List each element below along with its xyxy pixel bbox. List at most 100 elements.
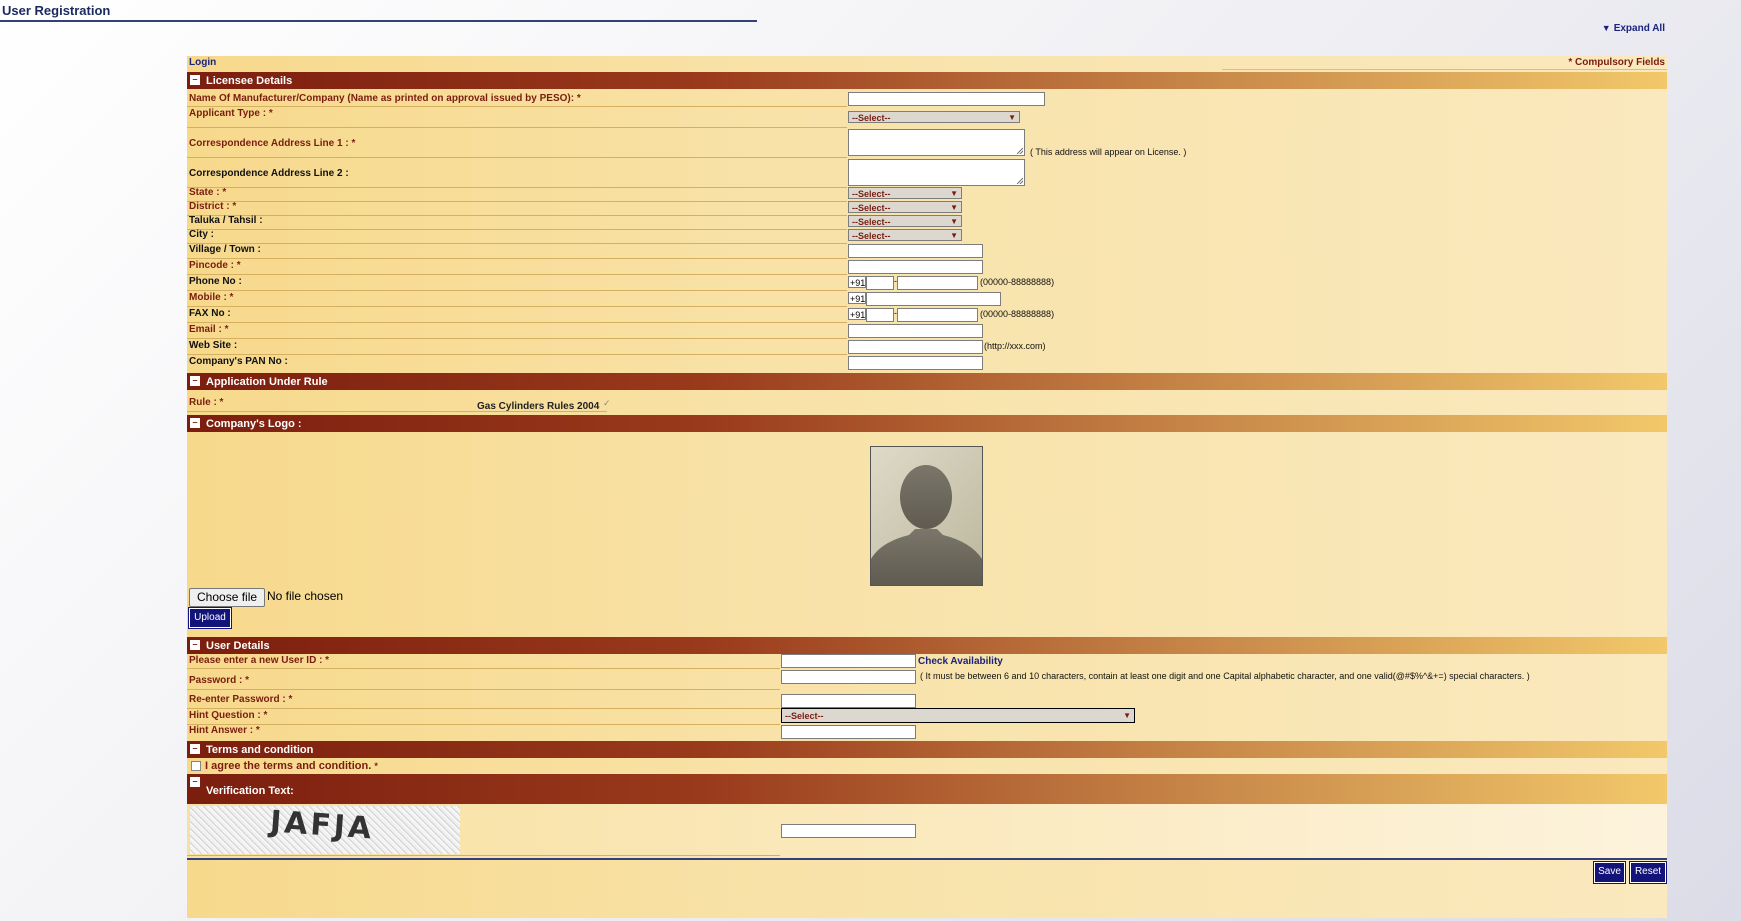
section-title: Application Under Rule xyxy=(206,376,328,388)
website-label: Web Site : xyxy=(189,340,238,351)
expand-icon: ▼ xyxy=(1601,23,1611,33)
collapse-icon[interactable]: – xyxy=(190,744,200,754)
row-divider xyxy=(187,127,847,128)
row-divider xyxy=(187,411,607,412)
reenter-password-input[interactable] xyxy=(781,694,916,708)
address-line2-textarea[interactable] xyxy=(848,159,1025,186)
phone-number-input[interactable] xyxy=(897,276,978,290)
no-file-text: No file chosen xyxy=(267,589,344,603)
row-divider xyxy=(187,306,847,307)
pan-input[interactable] xyxy=(848,356,983,370)
compulsory-note: * Compulsory Fields xyxy=(1568,57,1665,68)
row-divider xyxy=(187,229,847,230)
page-title: User Registration xyxy=(2,3,111,18)
upload-button[interactable]: Upload xyxy=(188,607,232,629)
district-select[interactable]: --Select-- ▼ xyxy=(848,201,962,213)
row-divider xyxy=(187,187,847,188)
dropdown-arrow-icon: ▼ xyxy=(1008,113,1016,122)
rule-check-icon[interactable]: ✓ xyxy=(603,398,611,409)
login-bar: Login * Compulsory Fields xyxy=(187,56,1667,70)
address-line2-label: Correspondence Address Line 2 : xyxy=(189,168,349,179)
select-value: --Select-- xyxy=(852,217,891,227)
section-licensee-details[interactable]: – Licensee Details xyxy=(187,72,1667,89)
collapse-icon[interactable]: – xyxy=(190,640,200,650)
footer-divider xyxy=(187,858,1667,860)
password-note: ( It must be between 6 and 10 characters… xyxy=(920,671,1530,681)
section-title: Terms and condition xyxy=(206,744,314,756)
terms-checkbox[interactable] xyxy=(191,761,201,771)
registration-form: Login * Compulsory Fields – Licensee Det… xyxy=(187,56,1667,918)
company-name-input[interactable] xyxy=(848,92,1045,106)
state-select[interactable]: --Select-- ▼ xyxy=(848,187,962,199)
collapse-icon[interactable]: – xyxy=(190,418,200,428)
section-title: Company's Logo : xyxy=(206,418,302,430)
expand-all-link[interactable]: ▼ Expand All xyxy=(1602,23,1665,34)
mobile-country-code: +91 xyxy=(848,292,866,304)
fax-number-input[interactable] xyxy=(897,308,978,322)
section-user-details[interactable]: – User Details xyxy=(187,637,1667,654)
company-name-label: Name Of Manufacturer/Company (Name as pr… xyxy=(189,93,581,104)
hint-answer-input[interactable] xyxy=(781,725,916,739)
taluka-label: Taluka / Tahsil : xyxy=(189,215,263,226)
website-input[interactable] xyxy=(848,340,983,354)
address-line1-label: Correspondence Address Line 1 : * xyxy=(189,138,356,149)
choose-file-button[interactable]: Choose file xyxy=(189,588,266,607)
city-select[interactable]: --Select-- ▼ xyxy=(848,229,962,241)
row-divider xyxy=(187,855,780,856)
row-divider xyxy=(187,354,847,355)
pincode-input[interactable] xyxy=(848,260,983,274)
applicant-type-select[interactable]: --Select-- ▼ xyxy=(848,111,1020,123)
section-terms[interactable]: – Terms and condition xyxy=(187,741,1667,758)
save-button[interactable]: Save xyxy=(1593,861,1626,884)
fax-label: FAX No : xyxy=(189,308,231,319)
email-input[interactable] xyxy=(848,324,983,338)
mobile-input[interactable] xyxy=(866,292,1001,306)
row-divider xyxy=(187,724,780,725)
userid-input[interactable] xyxy=(781,654,916,668)
captcha-input[interactable] xyxy=(781,824,916,838)
userid-label: Please enter a new User ID : * xyxy=(189,655,330,666)
collapse-icon[interactable]: – xyxy=(190,376,200,386)
row-divider xyxy=(187,274,847,275)
select-value: --Select-- xyxy=(785,711,824,721)
fax-std-input[interactable] xyxy=(866,308,894,322)
row-divider xyxy=(187,201,847,202)
hint-question-select[interactable]: --Select-- ▼ xyxy=(781,708,1135,723)
reset-button[interactable]: Reset xyxy=(1629,861,1667,884)
row-divider xyxy=(187,258,847,259)
select-value: --Select-- xyxy=(852,203,891,213)
section-application-rule[interactable]: – Application Under Rule xyxy=(187,373,1667,390)
district-label: District : * xyxy=(189,201,237,212)
select-value: --Select-- xyxy=(852,189,891,199)
check-availability-link[interactable]: Check Availability xyxy=(918,656,1003,667)
dropdown-arrow-icon: ▼ xyxy=(950,231,958,240)
row-divider xyxy=(187,106,847,107)
address-line1-textarea[interactable] xyxy=(848,129,1025,156)
password-input[interactable] xyxy=(781,670,916,684)
title-divider xyxy=(0,20,757,22)
row-divider xyxy=(187,668,780,669)
dropdown-arrow-icon: ▼ xyxy=(950,203,958,212)
mobile-label: Mobile : * xyxy=(189,292,234,303)
phone-country-code: +91 xyxy=(848,276,866,288)
captcha-text: JAFJA xyxy=(268,804,376,847)
applicant-type-label: Applicant Type : * xyxy=(189,108,273,119)
hint-answer-label: Hint Answer : * xyxy=(189,725,260,736)
village-input[interactable] xyxy=(848,244,983,258)
phone-hint: (00000-88888888) xyxy=(980,277,1055,287)
collapse-icon[interactable]: – xyxy=(190,777,200,787)
expand-all-label: Expand All xyxy=(1613,23,1665,34)
pan-label: Company's PAN No : xyxy=(189,356,288,367)
section-verification[interactable]: – Verification Text: xyxy=(187,774,1667,804)
row-divider xyxy=(187,708,780,709)
collapse-icon[interactable]: – xyxy=(190,75,200,85)
section-company-logo[interactable]: – Company's Logo : xyxy=(187,415,1667,432)
password-label: Password : * xyxy=(189,675,250,686)
row-divider xyxy=(187,243,847,244)
section-title: Licensee Details xyxy=(206,75,293,87)
phone-std-input[interactable] xyxy=(866,276,894,290)
taluka-select[interactable]: --Select-- ▼ xyxy=(848,215,962,227)
section-title: User Details xyxy=(206,640,270,652)
select-value: --Select-- xyxy=(852,113,891,123)
terms-text: I agree the terms and condition. xyxy=(205,760,372,772)
